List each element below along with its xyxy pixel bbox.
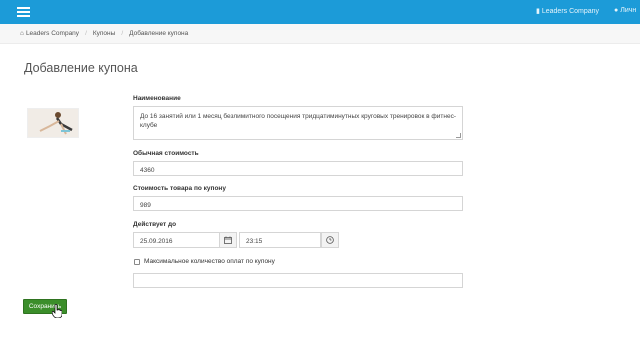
building-icon: ▮ bbox=[536, 8, 540, 15]
name-textarea-value: До 16 занятий или 1 месяц безлимитного п… bbox=[140, 113, 457, 129]
breadcrumb-coupons[interactable]: Купоны bbox=[93, 30, 115, 37]
coupon-price-label: Стоимость товара по купону bbox=[133, 185, 226, 192]
coupon-price-value: 989 bbox=[140, 202, 151, 209]
company-link[interactable]: ▮ Leaders Company bbox=[536, 7, 600, 16]
regular-price-label: Обычная стоимость bbox=[133, 150, 199, 157]
top-navbar: ▮ Leaders Company ● Личн bbox=[0, 0, 640, 24]
name-label: Наименование bbox=[133, 95, 181, 102]
coupon-image-thumbnail[interactable] bbox=[27, 108, 79, 138]
max-payments-checkbox[interactable] bbox=[134, 259, 140, 265]
date-value: 25.09.2016 bbox=[140, 238, 173, 245]
coupon-price-input[interactable]: 989 bbox=[133, 196, 463, 211]
page-title: Добавление купона bbox=[24, 61, 138, 75]
user-icon: ● bbox=[614, 7, 619, 14]
resize-handle-icon[interactable] bbox=[456, 133, 461, 138]
personal-account-link[interactable]: ● Личн bbox=[614, 7, 636, 14]
clock-button[interactable] bbox=[321, 232, 339, 248]
hand-cursor-icon bbox=[52, 304, 62, 318]
home-icon: ⌂ bbox=[20, 30, 24, 37]
regular-price-value: 4360 bbox=[140, 167, 155, 174]
fitness-photo bbox=[28, 109, 78, 137]
breadcrumb-home-label: Leaders Company bbox=[25, 30, 80, 37]
regular-price-input[interactable]: 4360 bbox=[133, 161, 463, 176]
time-value: 23:15 bbox=[246, 238, 263, 245]
breadcrumb-home[interactable]: ⌂ Leaders Company bbox=[20, 30, 79, 37]
max-payments-input[interactable] bbox=[133, 273, 463, 288]
clock-icon bbox=[326, 236, 334, 244]
date-input[interactable]: 25.09.2016 bbox=[133, 232, 221, 248]
company-link-label: Leaders Company bbox=[541, 7, 600, 15]
max-payments-label: Максимальное количество оплат по купону bbox=[144, 258, 275, 265]
calendar-button[interactable] bbox=[219, 232, 237, 248]
breadcrumb-separator: / bbox=[85, 30, 87, 37]
breadcrumb: ⌂ Leaders Company / Купоны / Добавление … bbox=[0, 24, 640, 44]
breadcrumb-current: Добавление купона bbox=[129, 30, 189, 37]
hamburger-menu-icon[interactable] bbox=[17, 7, 30, 17]
name-textarea[interactable]: До 16 занятий или 1 месяц безлимитного п… bbox=[133, 106, 463, 140]
personal-account-label: Личн bbox=[620, 7, 637, 14]
time-input[interactable]: 23:15 bbox=[239, 232, 321, 248]
valid-until-label: Действует до bbox=[133, 221, 177, 228]
breadcrumb-separator: / bbox=[121, 30, 124, 37]
calendar-icon bbox=[224, 236, 232, 244]
